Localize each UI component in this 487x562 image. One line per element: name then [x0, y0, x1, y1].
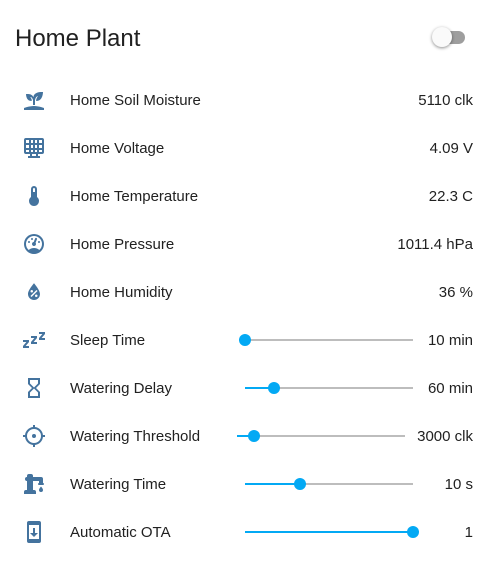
entity-label: Watering Delay [70, 379, 172, 397]
entity-value: 36 % [438, 283, 473, 301]
entity-value: 1011.4 hPa [397, 235, 473, 253]
entity-label: Sleep Time [70, 331, 146, 349]
water-pump-icon [15, 472, 55, 496]
entity-row-automatic-ota: Automatic OTA 1 [15, 508, 473, 556]
card-title: Home Plant [15, 25, 141, 52]
sleep-time-slider[interactable] [239, 328, 413, 352]
entity-value: 60 min [427, 379, 473, 397]
slider-knob[interactable] [239, 334, 251, 346]
cellphone-arrow-down-icon [15, 520, 55, 544]
slider-knob[interactable] [247, 430, 260, 442]
entity-value: 5110 clk [418, 91, 473, 109]
entity-row-watering-threshold: Watering Threshold 3000 clk [15, 412, 473, 460]
entity-row-temperature[interactable]: Home Temperature 22.3 C [15, 172, 473, 220]
slider-rail [237, 435, 405, 437]
slider-knob[interactable] [267, 382, 280, 394]
header-toggle[interactable] [432, 26, 470, 48]
sprout-icon [15, 88, 55, 112]
slider-fill [245, 531, 413, 533]
entity-row-humidity[interactable]: Home Humidity 36 % [15, 268, 473, 316]
sleep-icon [15, 328, 55, 352]
entity-value: 3000 clk [417, 427, 473, 445]
entity-row-soil-moisture[interactable]: Home Soil Moisture 5110 clk [15, 76, 473, 124]
entity-row-voltage[interactable]: Home Voltage 4.09 V [15, 124, 473, 172]
slider-fill [245, 483, 301, 485]
watering-threshold-slider[interactable] [237, 424, 405, 448]
entity-row-pressure[interactable]: Home Pressure 1011.4 hPa [15, 220, 473, 268]
entity-label: Home Soil Moisture [70, 91, 201, 109]
entity-row-watering-delay: Watering Delay 60 min [15, 364, 473, 412]
watering-time-slider[interactable] [245, 472, 413, 496]
slider-knob[interactable] [407, 526, 419, 538]
entity-label: Watering Time [70, 475, 167, 493]
slider-knob[interactable] [294, 478, 307, 490]
card-header: Home Plant [15, 0, 473, 76]
gauge-icon [15, 232, 55, 256]
entity-value: 10 s [444, 475, 473, 493]
toggle-thumb [432, 27, 452, 47]
automatic-ota-slider[interactable] [245, 520, 419, 544]
entity-row-watering-time: Watering Time 10 s [15, 460, 473, 508]
entity-value: 10 min [427, 331, 473, 349]
entity-row-sleep-time: Sleep Time 10 min [15, 316, 473, 364]
crosshairs-icon [15, 424, 55, 448]
thermometer-icon [15, 184, 55, 208]
entity-label: Home Temperature [70, 187, 199, 205]
entity-label: Automatic OTA [70, 523, 171, 541]
water-percent-icon [15, 280, 55, 304]
entity-value: 1 [464, 523, 473, 541]
solar-panel-icon [15, 136, 55, 160]
hourglass-icon [15, 376, 55, 400]
entity-value: 22.3 C [428, 187, 473, 205]
slider-rail [245, 339, 413, 341]
entity-label: Watering Threshold [70, 427, 201, 445]
entity-label: Home Humidity [70, 283, 173, 301]
entities-card: Home Plant Home Soil Moisture 5110 clk H… [0, 0, 487, 562]
entity-label: Home Pressure [70, 235, 175, 253]
watering-delay-slider[interactable] [245, 376, 413, 400]
entity-label: Home Voltage [70, 139, 165, 157]
entity-value: 4.09 V [429, 139, 473, 157]
